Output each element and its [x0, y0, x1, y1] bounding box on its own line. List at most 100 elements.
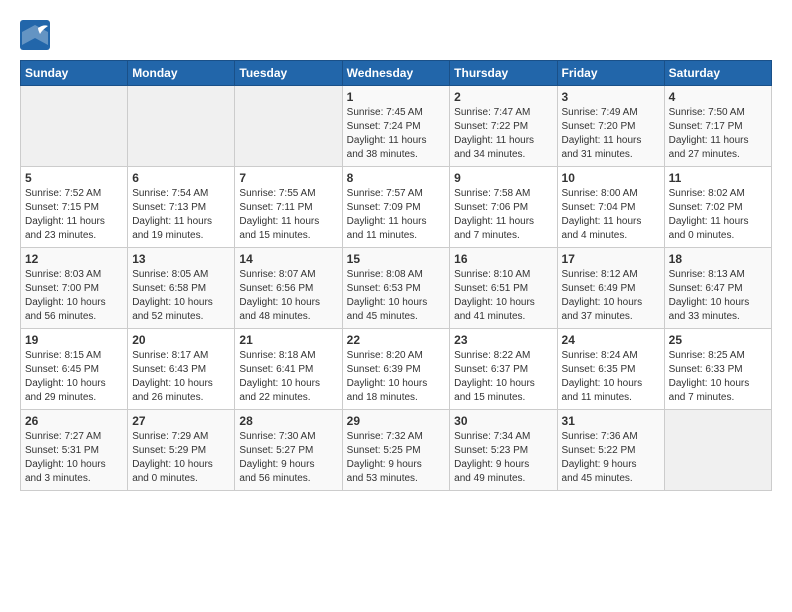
- week-row-4: 19 Sunrise: 8:15 AMSunset: 6:45 PMDayligh…: [21, 329, 772, 410]
- day-info: Sunrise: 7:29 AMSunset: 5:29 PMDaylight:…: [132, 430, 230, 486]
- day-info: Sunrise: 7:58 AMSunset: 7:06 PMDaylight:…: [454, 187, 552, 243]
- day-cell: 30Sunrise: 7:34 AMSunset: 5:23 PMDayligh…: [450, 410, 557, 491]
- day-number: 17: [562, 252, 660, 266]
- day-cell: 6 Sunrise: 7:54 AMSunset: 7:13 PMDaylight…: [128, 167, 235, 248]
- day-cell: 4 Sunrise: 7:50 AMSunset: 7:17 PMDaylight…: [664, 86, 771, 167]
- week-row-2: 5 Sunrise: 7:52 AMSunset: 7:15 PMDaylight…: [21, 167, 772, 248]
- day-number: 3: [562, 90, 660, 104]
- day-info: Sunrise: 8:00 AMSunset: 7:04 PMDaylight:…: [562, 187, 660, 243]
- day-cell: 27 Sunrise: 7:29 AMSunset: 5:29 PMDayligh…: [128, 410, 235, 491]
- day-cell: [128, 86, 235, 167]
- calendar-table: SundayMondayTuesdayWednesdayThursdayFrid…: [20, 60, 772, 491]
- day-number: 14: [239, 252, 337, 266]
- day-number: 10: [562, 171, 660, 185]
- day-cell: 28 Sunrise: 7:30 AMSunset: 5:27 PMDayligh…: [235, 410, 342, 491]
- day-cell: 7Sunrise: 7:55 AMSunset: 7:11 PMDaylight…: [235, 167, 342, 248]
- day-info: Sunrise: 8:24 AMSunset: 6:35 PMDaylight:…: [562, 349, 660, 405]
- day-cell: [664, 410, 771, 491]
- header-saturday: Saturday: [664, 61, 771, 86]
- header-wednesday: Wednesday: [342, 61, 450, 86]
- day-number: 13: [132, 252, 230, 266]
- day-number: 9: [454, 171, 552, 185]
- day-info: Sunrise: 7:54 AMSunset: 7:13 PMDaylight:…: [132, 187, 230, 243]
- header-thursday: Thursday: [450, 61, 557, 86]
- day-info: Sunrise: 7:45 AMSunset: 7:24 PMDaylight:…: [347, 106, 446, 162]
- day-info: Sunrise: 8:02 AMSunset: 7:02 PMDaylight:…: [669, 187, 767, 243]
- day-cell: 12 Sunrise: 8:03 AMSunset: 7:00 PMDayligh…: [21, 248, 128, 329]
- day-cell: 25 Sunrise: 8:25 AMSunset: 6:33 PMDayligh…: [664, 329, 771, 410]
- day-info: Sunrise: 8:12 AMSunset: 6:49 PMDaylight:…: [562, 268, 660, 324]
- day-info: Sunrise: 8:18 AMSunset: 6:41 PMDaylight:…: [239, 349, 337, 405]
- day-info: Sunrise: 8:25 AMSunset: 6:33 PMDaylight:…: [669, 349, 767, 405]
- day-number: 26: [25, 414, 123, 428]
- day-info: Sunrise: 8:17 AMSunset: 6:43 PMDaylight:…: [132, 349, 230, 405]
- calendar-header-row: SundayMondayTuesdayWednesdayThursdayFrid…: [21, 61, 772, 86]
- day-info: Sunrise: 7:57 AMSunset: 7:09 PMDaylight:…: [347, 187, 446, 243]
- day-info: Sunrise: 7:47 AMSunset: 7:22 PMDaylight:…: [454, 106, 552, 162]
- day-info: Sunrise: 7:50 AMSunset: 7:17 PMDaylight:…: [669, 106, 767, 162]
- day-number: 12: [25, 252, 123, 266]
- day-number: 6: [132, 171, 230, 185]
- day-number: 28: [239, 414, 337, 428]
- day-number: 2: [454, 90, 552, 104]
- day-info: Sunrise: 7:55 AMSunset: 7:11 PMDaylight:…: [239, 187, 337, 243]
- week-row-3: 12 Sunrise: 8:03 AMSunset: 7:00 PMDayligh…: [21, 248, 772, 329]
- header-monday: Monday: [128, 61, 235, 86]
- header-sunday: Sunday: [21, 61, 128, 86]
- day-cell: 14 Sunrise: 8:07 AMSunset: 6:56 PMDayligh…: [235, 248, 342, 329]
- day-info: Sunrise: 8:13 AMSunset: 6:47 PMDaylight:…: [669, 268, 767, 324]
- header-tuesday: Tuesday: [235, 61, 342, 86]
- day-cell: 9 Sunrise: 7:58 AMSunset: 7:06 PMDaylight…: [450, 167, 557, 248]
- day-info: Sunrise: 8:05 AMSunset: 6:58 PMDaylight:…: [132, 268, 230, 324]
- day-info: Sunrise: 8:08 AMSunset: 6:53 PMDaylight:…: [347, 268, 446, 324]
- day-cell: [235, 86, 342, 167]
- day-info: Sunrise: 8:22 AMSunset: 6:37 PMDaylight:…: [454, 349, 552, 405]
- day-cell: 5 Sunrise: 7:52 AMSunset: 7:15 PMDaylight…: [21, 167, 128, 248]
- day-info: Sunrise: 8:07 AMSunset: 6:56 PMDaylight:…: [239, 268, 337, 324]
- day-number: 30: [454, 414, 552, 428]
- calendar-body: 1 Sunrise: 7:45 AMSunset: 7:24 PMDaylight…: [21, 86, 772, 491]
- day-number: 11: [669, 171, 767, 185]
- day-cell: 24 Sunrise: 8:24 AMSunset: 6:35 PMDayligh…: [557, 329, 664, 410]
- day-info: Sunrise: 7:30 AMSunset: 5:27 PMDaylight:…: [239, 430, 337, 486]
- day-cell: 8Sunrise: 7:57 AMSunset: 7:09 PMDaylight…: [342, 167, 450, 248]
- day-info: Sunrise: 7:49 AMSunset: 7:20 PMDaylight:…: [562, 106, 660, 162]
- day-number: 27: [132, 414, 230, 428]
- day-number: 29: [347, 414, 446, 428]
- day-number: 5: [25, 171, 123, 185]
- day-cell: 10 Sunrise: 8:00 AMSunset: 7:04 PMDayligh…: [557, 167, 664, 248]
- day-number: 25: [669, 333, 767, 347]
- day-cell: 3 Sunrise: 7:49 AMSunset: 7:20 PMDaylight…: [557, 86, 664, 167]
- day-cell: 23 Sunrise: 8:22 AMSunset: 6:37 PMDayligh…: [450, 329, 557, 410]
- day-number: 4: [669, 90, 767, 104]
- day-number: 24: [562, 333, 660, 347]
- day-number: 19: [25, 333, 123, 347]
- day-cell: 29Sunrise: 7:32 AMSunset: 5:25 PMDayligh…: [342, 410, 450, 491]
- day-info: Sunrise: 8:15 AMSunset: 6:45 PMDaylight:…: [25, 349, 123, 405]
- day-cell: 31Sunrise: 7:36 AMSunset: 5:22 PMDayligh…: [557, 410, 664, 491]
- logo-icon: [20, 20, 50, 50]
- day-number: 23: [454, 333, 552, 347]
- day-number: 21: [239, 333, 337, 347]
- day-info: Sunrise: 7:36 AMSunset: 5:22 PMDaylight:…: [562, 430, 660, 486]
- header-friday: Friday: [557, 61, 664, 86]
- day-number: 1: [347, 90, 446, 104]
- day-cell: 17 Sunrise: 8:12 AMSunset: 6:49 PMDayligh…: [557, 248, 664, 329]
- day-cell: 11 Sunrise: 8:02 AMSunset: 7:02 PMDayligh…: [664, 167, 771, 248]
- day-number: 20: [132, 333, 230, 347]
- day-cell: 13 Sunrise: 8:05 AMSunset: 6:58 PMDayligh…: [128, 248, 235, 329]
- day-info: Sunrise: 7:27 AMSunset: 5:31 PMDaylight:…: [25, 430, 123, 486]
- day-info: Sunrise: 7:52 AMSunset: 7:15 PMDaylight:…: [25, 187, 123, 243]
- day-number: 15: [347, 252, 446, 266]
- day-number: 18: [669, 252, 767, 266]
- day-cell: 20 Sunrise: 8:17 AMSunset: 6:43 PMDayligh…: [128, 329, 235, 410]
- day-cell: 1 Sunrise: 7:45 AMSunset: 7:24 PMDaylight…: [342, 86, 450, 167]
- day-cell: [21, 86, 128, 167]
- day-cell: 16Sunrise: 8:10 AMSunset: 6:51 PMDayligh…: [450, 248, 557, 329]
- day-info: Sunrise: 8:20 AMSunset: 6:39 PMDaylight:…: [347, 349, 446, 405]
- day-info: Sunrise: 8:03 AMSunset: 7:00 PMDaylight:…: [25, 268, 123, 324]
- day-cell: 22 Sunrise: 8:20 AMSunset: 6:39 PMDayligh…: [342, 329, 450, 410]
- day-number: 22: [347, 333, 446, 347]
- week-row-5: 26 Sunrise: 7:27 AMSunset: 5:31 PMDayligh…: [21, 410, 772, 491]
- page-header: [20, 20, 772, 50]
